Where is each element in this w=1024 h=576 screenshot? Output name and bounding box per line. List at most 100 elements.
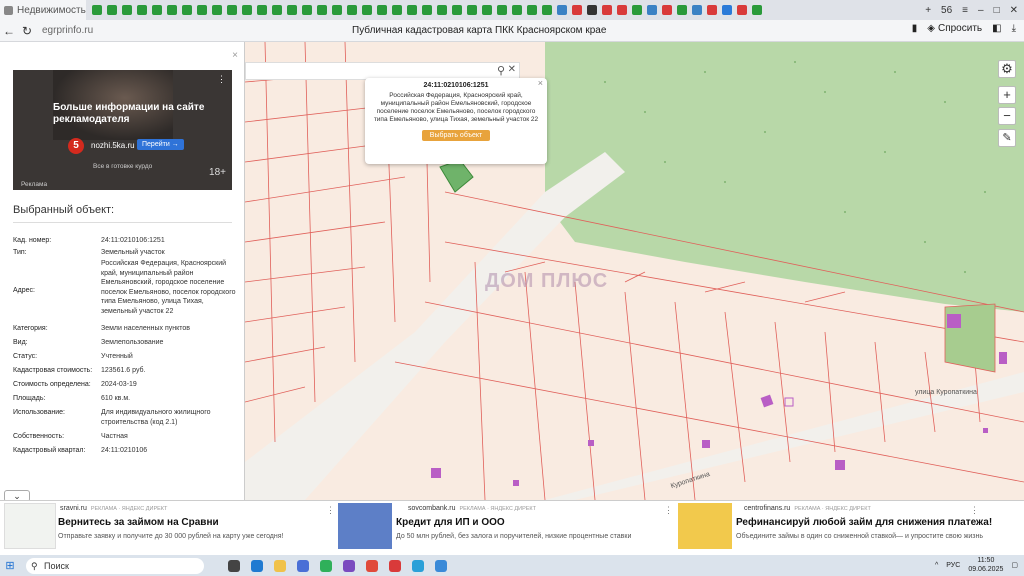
- tab-icon[interactable]: [527, 5, 537, 15]
- tab-icon[interactable]: [617, 5, 627, 15]
- edge-icon[interactable]: [251, 559, 263, 572]
- selected-parcel[interactable]: [439, 159, 474, 193]
- store-icon[interactable]: [297, 559, 309, 572]
- ad-menu-icon[interactable]: ⋮: [217, 74, 226, 85]
- tab-icon[interactable]: [377, 5, 387, 15]
- tab-icon[interactable]: [482, 5, 492, 15]
- ad-go-button[interactable]: Перейти →: [137, 139, 184, 150]
- tab-icon[interactable]: [302, 5, 312, 15]
- download-icon[interactable]: ⤓: [1012, 23, 1016, 34]
- tab-icon[interactable]: [662, 5, 672, 15]
- tab-icon[interactable]: [107, 5, 117, 15]
- tab-icon[interactable]: [737, 5, 747, 15]
- tab-icon[interactable]: [452, 5, 462, 15]
- tab-icon[interactable]: [167, 5, 177, 15]
- ad-menu-icon[interactable]: ⋮: [326, 505, 335, 516]
- tab-icon[interactable]: [707, 5, 717, 15]
- settings-gear-icon[interactable]: ⚙: [998, 60, 1016, 78]
- tab-icon[interactable]: [557, 5, 567, 15]
- tab-icon[interactable]: [212, 5, 222, 15]
- app-icon[interactable]: [435, 559, 447, 572]
- ad-site: nozhi.5ka.ru: [91, 141, 135, 150]
- telegram-icon[interactable]: [412, 559, 424, 572]
- extensions-icon[interactable]: ◧: [992, 23, 1001, 34]
- bookmarks-icon[interactable]: ≡: [962, 5, 968, 16]
- prop-label: Кадастровая стоимость:: [13, 367, 93, 374]
- clear-icon[interactable]: ✕: [508, 64, 516, 75]
- whatsapp-icon[interactable]: [320, 559, 332, 572]
- ad-domain: centrofinans.ru РЕКЛАМА · ЯНДЕКС ДИРЕКТ: [744, 505, 871, 512]
- tab-icon[interactable]: [587, 5, 597, 15]
- select-object-button[interactable]: Выбрать объект: [421, 130, 491, 141]
- tab-icon[interactable]: [512, 5, 522, 15]
- ad-menu-icon[interactable]: ⋮: [970, 505, 979, 516]
- tab-icon[interactable]: [287, 5, 297, 15]
- tab-icon[interactable]: [197, 5, 207, 15]
- clock[interactable]: 11:50 09.06.2025: [968, 556, 1003, 574]
- panel-close-icon[interactable]: ×: [232, 50, 238, 61]
- tab-active[interactable]: Недвижимость: [0, 0, 86, 20]
- chrome-icon[interactable]: [366, 559, 378, 572]
- tab-icon[interactable]: [722, 5, 732, 15]
- tab-icon[interactable]: [677, 5, 687, 15]
- tab-icon[interactable]: [272, 5, 282, 15]
- tab-icon[interactable]: [572, 5, 582, 15]
- ad-menu-icon[interactable]: ⋮: [664, 505, 673, 516]
- tab-icon[interactable]: [542, 5, 552, 15]
- tab-icon[interactable]: [242, 5, 252, 15]
- tab-icon[interactable]: [647, 5, 657, 15]
- close-window-icon[interactable]: ✕: [1010, 5, 1018, 16]
- tab-icon[interactable]: [437, 5, 447, 15]
- ad-card[interactable]: sravni.ru РЕКЛАМА · ЯНДЕКС ДИРЕКТ Верните…: [4, 501, 335, 556]
- tab-icon[interactable]: [122, 5, 132, 15]
- ad-banner[interactable]: ⋮ Больше информации на сайте рекламодате…: [13, 70, 232, 190]
- tab-icon[interactable]: [152, 5, 162, 15]
- tab-icon[interactable]: [347, 5, 357, 15]
- back-icon[interactable]: ←: [0, 24, 18, 38]
- viber-icon[interactable]: [343, 559, 355, 572]
- maximize-icon[interactable]: □: [994, 5, 1000, 16]
- popup-close-icon[interactable]: ×: [538, 78, 543, 88]
- tab-icon[interactable]: [317, 5, 327, 15]
- windows-start-icon[interactable]: ⊞: [0, 559, 20, 572]
- prop-label: Категория:: [13, 325, 48, 332]
- tab-icon[interactable]: [332, 5, 342, 15]
- url-field[interactable]: egrprinfo.ru: [42, 25, 93, 36]
- notifications-icon[interactable]: ▢: [1011, 561, 1018, 569]
- search-icon[interactable]: ⚲: [497, 64, 505, 77]
- ad-card[interactable]: sovcombank.ru РЕКЛАМА · ЯНДЕКС ДИРЕКТ Кре…: [338, 501, 673, 556]
- tab-icon[interactable]: [227, 5, 237, 15]
- tab-icon[interactable]: [752, 5, 762, 15]
- tab-icon[interactable]: [92, 5, 102, 15]
- tab-icon[interactable]: [137, 5, 147, 15]
- tab-icon[interactable]: [497, 5, 507, 15]
- tab-count-badge[interactable]: 56: [941, 5, 952, 16]
- reload-icon[interactable]: ↻: [18, 24, 36, 38]
- ruler-icon[interactable]: ✎: [998, 129, 1016, 147]
- tab-icon[interactable]: [182, 5, 192, 15]
- yandex-browser-icon[interactable]: [389, 559, 401, 572]
- task-view-icon[interactable]: [228, 559, 240, 572]
- tab-icon[interactable]: [602, 5, 612, 15]
- bookmark-icon[interactable]: ▮: [912, 23, 918, 34]
- tray-arrow-icon[interactable]: ^: [935, 562, 938, 569]
- tab-icon[interactable]: [692, 5, 702, 15]
- new-tab-icon[interactable]: +: [925, 5, 931, 16]
- tab-icon[interactable]: [257, 5, 267, 15]
- language-indicator[interactable]: РУС: [946, 562, 960, 569]
- zoom-out-button[interactable]: −: [998, 107, 1016, 125]
- tab-icon[interactable]: [422, 5, 432, 15]
- ad-card[interactable]: centrofinans.ru РЕКЛАМА · ЯНДЕКС ДИРЕКТ Р…: [678, 501, 1024, 556]
- minimize-icon[interactable]: –: [978, 5, 984, 16]
- building-marker: [784, 397, 794, 407]
- taskbar-search[interactable]: ⚲ Поиск: [26, 557, 204, 574]
- explorer-icon[interactable]: [274, 559, 286, 572]
- ask-button[interactable]: ◈ Спросить: [927, 23, 982, 34]
- tab-icon[interactable]: [632, 5, 642, 15]
- tab-icon[interactable]: [407, 5, 417, 15]
- cadastral-map[interactable]: ДОМ ПЛЮС ⚲ ✕ × 24:11:0210106:1251 Россий…: [245, 42, 1024, 500]
- zoom-in-button[interactable]: +: [998, 86, 1016, 104]
- tab-icon[interactable]: [362, 5, 372, 15]
- tab-icon[interactable]: [392, 5, 402, 15]
- tab-icon[interactable]: [467, 5, 477, 15]
